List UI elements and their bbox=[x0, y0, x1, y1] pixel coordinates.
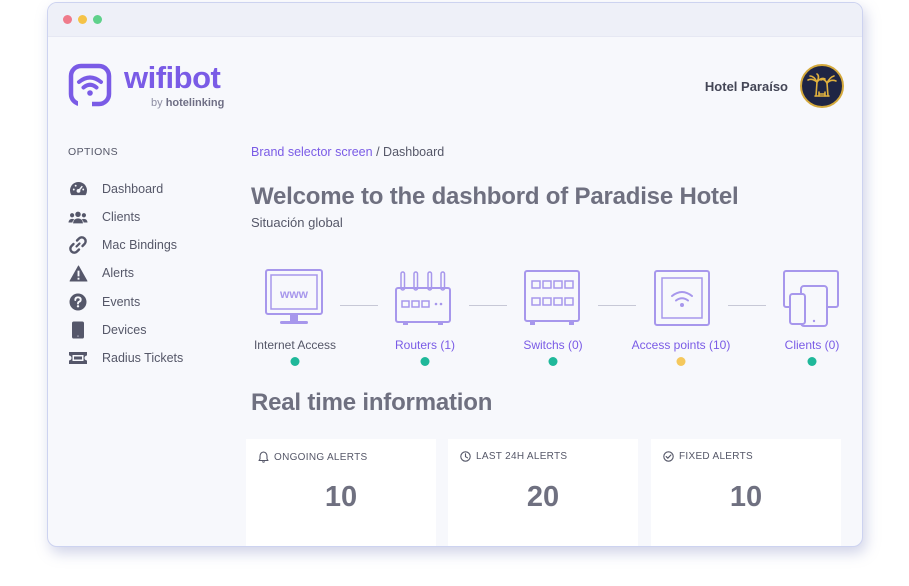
browser-window: wifibot by hotelinking Hotel Paraíso OPT… bbox=[47, 2, 863, 547]
router-icon bbox=[395, 271, 451, 325]
stage: wifibot by hotelinking Hotel Paraíso OPT… bbox=[0, 0, 909, 586]
wifibot-logo-icon bbox=[68, 63, 112, 107]
network-connector bbox=[598, 305, 636, 306]
fixed-alerts-card[interactable]: FIXED ALERTS 10 bbox=[651, 439, 841, 546]
card-label: LAST 24H ALERTS bbox=[476, 451, 568, 462]
sidebar-item-dashboard[interactable]: Dashboard bbox=[68, 178, 238, 200]
status-dot-clients bbox=[807, 357, 817, 366]
sidebar-item-radius-tickets[interactable]: Radius Tickets bbox=[68, 347, 238, 369]
sidebar-item-devices[interactable]: Devices bbox=[68, 319, 238, 341]
sidebar-item-label: Clients bbox=[102, 210, 141, 224]
device-icon bbox=[68, 321, 88, 339]
sidebar-item-label: Mac Bindings bbox=[102, 238, 178, 252]
network-connector bbox=[340, 305, 378, 306]
card-label: FIXED ALERTS bbox=[679, 451, 753, 462]
hotel-avatar[interactable] bbox=[800, 64, 844, 108]
ticket-icon bbox=[68, 349, 88, 367]
status-dot-access-points bbox=[676, 357, 686, 366]
network-connector bbox=[728, 305, 766, 306]
realtime-section-title: Real time information bbox=[251, 389, 493, 416]
hotel-name: Hotel Paraíso bbox=[704, 79, 788, 94]
palm-trees-icon bbox=[807, 73, 837, 97]
bell-icon bbox=[258, 451, 269, 463]
brand-by: by bbox=[151, 97, 163, 109]
brand-company: hotelinking bbox=[165, 97, 225, 109]
page-subtitle: Situación global bbox=[251, 215, 343, 230]
sidebar-title: OPTIONS bbox=[68, 146, 119, 158]
network-label-internet-access: Internet Access bbox=[253, 338, 337, 352]
check-circle-icon bbox=[663, 451, 674, 462]
clock-icon bbox=[460, 451, 471, 462]
sidebar-item-mac-bindings[interactable]: Mac Bindings bbox=[68, 234, 238, 256]
network-link-clients[interactable]: Clients (0) bbox=[785, 338, 840, 352]
window-titlebar bbox=[48, 3, 862, 37]
sidebar-item-label: Radius Tickets bbox=[102, 351, 184, 365]
card-header: LAST 24H ALERTS bbox=[460, 451, 567, 462]
page-title: Welcome to the dashbord of Paradise Hote… bbox=[251, 183, 739, 210]
breadcrumb: Brand selector screen / Dashboard bbox=[251, 145, 444, 159]
last-24h-alerts-card[interactable]: LAST 24H ALERTS 20 bbox=[448, 439, 638, 546]
sidebar-item-alerts[interactable]: Alerts bbox=[68, 262, 238, 284]
card-header: ONGOING ALERTS bbox=[258, 451, 367, 463]
fixed-alerts-value: 10 bbox=[729, 481, 763, 513]
brand-byline: by hotelinking bbox=[151, 97, 224, 109]
ongoing-alerts-value: 10 bbox=[324, 481, 358, 513]
last-24h-alerts-value: 20 bbox=[526, 481, 560, 513]
sidebar-item-clients[interactable]: Clients bbox=[68, 206, 238, 228]
network-link-switchs[interactable]: Switchs (0) bbox=[523, 338, 582, 352]
minimize-window-button[interactable] bbox=[78, 15, 87, 24]
network-link-access-points[interactable]: Access points (10) bbox=[632, 338, 731, 352]
dashboard-gauge-icon bbox=[68, 180, 88, 198]
sidebar-item-label: Events bbox=[102, 295, 141, 309]
ongoing-alerts-card[interactable]: ONGOING ALERTS 10 bbox=[246, 439, 436, 546]
www-text: www bbox=[279, 287, 309, 301]
network-link-routers[interactable]: Routers (1) bbox=[395, 338, 455, 352]
sidebar-item-label: Dashboard bbox=[102, 182, 164, 196]
close-window-button[interactable] bbox=[63, 15, 72, 24]
www-monitor-icon: www bbox=[265, 269, 323, 324]
warning-icon bbox=[68, 264, 88, 282]
status-dot-switchs bbox=[548, 357, 558, 366]
breadcrumb-link-brand-selector[interactable]: Brand selector screen bbox=[251, 145, 373, 159]
status-dot-internet-access bbox=[290, 357, 300, 366]
question-icon bbox=[68, 293, 88, 311]
sidebar-item-label: Alerts bbox=[102, 266, 134, 280]
users-icon bbox=[68, 208, 88, 226]
sidebar-item-events[interactable]: Events bbox=[68, 291, 238, 313]
access-point-icon bbox=[654, 270, 710, 326]
link-icon bbox=[68, 236, 88, 254]
network-connector bbox=[469, 305, 507, 306]
switch-icon bbox=[524, 270, 580, 325]
breadcrumb-current: Dashboard bbox=[383, 145, 445, 159]
maximize-window-button[interactable] bbox=[93, 15, 102, 24]
card-header: FIXED ALERTS bbox=[663, 451, 753, 462]
breadcrumb-separator: / bbox=[376, 145, 380, 159]
sidebar-item-label: Devices bbox=[102, 323, 147, 337]
card-label: ONGOING ALERTS bbox=[274, 451, 368, 463]
brand-name: wifibot bbox=[124, 60, 221, 95]
client-devices-icon bbox=[783, 270, 839, 327]
status-dot-routers bbox=[420, 357, 430, 366]
